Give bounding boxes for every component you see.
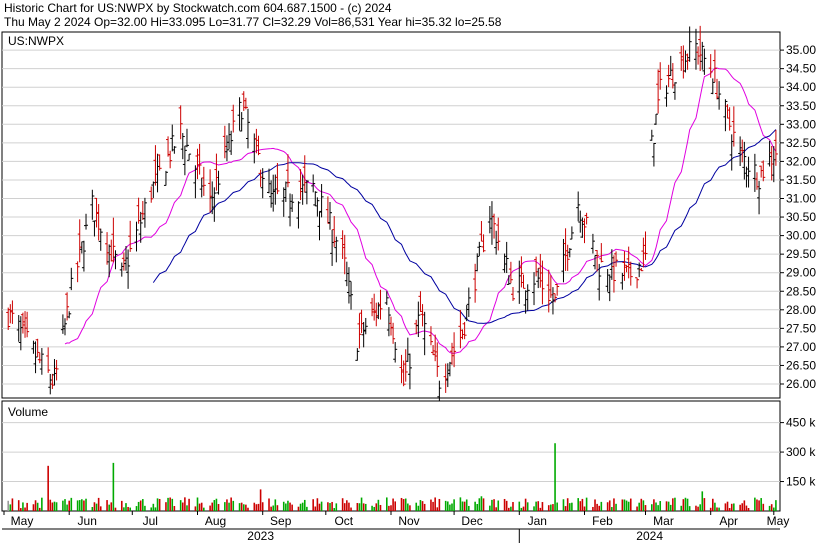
year-label: 2024	[636, 529, 663, 543]
month-label: Aug	[205, 514, 226, 528]
month-label: Jan	[528, 514, 547, 528]
stock-chart: 35.00 34.50 34.00 33.50 33.00 32.50 32.00 31.50…	[1, 25, 816, 543]
price-tick-label: 32.00	[786, 154, 816, 168]
price-tick-label: 27.00	[786, 340, 816, 354]
volume-panel-frame	[1, 400, 781, 512]
month-label: Jul	[143, 514, 158, 528]
month-label: Apr	[719, 514, 738, 528]
price-panel: 35.00 34.50 34.00 33.50 33.00 32.50 32.00 31.50…	[1, 25, 816, 404]
price-axis-ticks: 35.00 34.50 34.00 33.50 33.00 32.50 32.00 31.50…	[780, 43, 816, 391]
price-tick-label: 28.00	[786, 303, 816, 317]
price-tick-label: 27.50	[786, 321, 816, 335]
month-label: Mar	[653, 514, 674, 528]
volume-label: Volume	[8, 405, 49, 419]
volume-panel: 450 k 300 k 150 k	[1, 400, 816, 512]
price-tick-label: 31.00	[786, 192, 816, 206]
month-label: Oct	[334, 514, 353, 528]
month-label: May	[767, 514, 790, 528]
price-tick-label: 35.00	[786, 43, 816, 57]
price-tick-label: 33.00	[786, 117, 816, 131]
volume-tick-label: 300 k	[786, 445, 816, 459]
price-tick-label: 29.50	[786, 247, 816, 261]
price-tick-label: 30.00	[786, 229, 816, 243]
price-tick-label: 26.00	[786, 377, 816, 391]
month-label: Feb	[592, 514, 613, 528]
month-label: Nov	[398, 514, 419, 528]
month-label: Sep	[270, 514, 292, 528]
month-label: May	[11, 514, 34, 528]
symbol-label: US:NWPX	[8, 34, 65, 48]
price-tick-label: 30.50	[786, 210, 816, 224]
price-tick-label: 34.00	[786, 80, 816, 94]
price-tick-label: 33.50	[786, 99, 816, 113]
price-tick-label: 32.50	[786, 136, 816, 150]
year-label: 2023	[247, 529, 274, 543]
chart-title: Historic Chart for US:NWPX by Stockwatch…	[4, 1, 392, 15]
price-tick-label: 31.50	[786, 173, 816, 187]
price-tick-label: 26.50	[786, 358, 816, 372]
price-tick-label: 28.50	[786, 284, 816, 298]
month-label: Jun	[78, 514, 97, 528]
volume-axis-ticks: 450 k 300 k 150 k	[780, 416, 816, 489]
quote-summary: Thu May 2 2024 Op=32.00 Hi=33.095 Lo=31.…	[4, 15, 502, 29]
volume-tick-label: 450 k	[786, 416, 816, 430]
date-axis: May Jun Jul Aug Sep Oct Nov Dec Jan Feb Mar Apr May 2…	[2, 511, 789, 543]
month-label: Dec	[461, 514, 482, 528]
price-tick-label: 34.50	[786, 62, 816, 76]
volume-tick-label: 150 k	[786, 475, 816, 489]
price-tick-label: 29.00	[786, 266, 816, 280]
